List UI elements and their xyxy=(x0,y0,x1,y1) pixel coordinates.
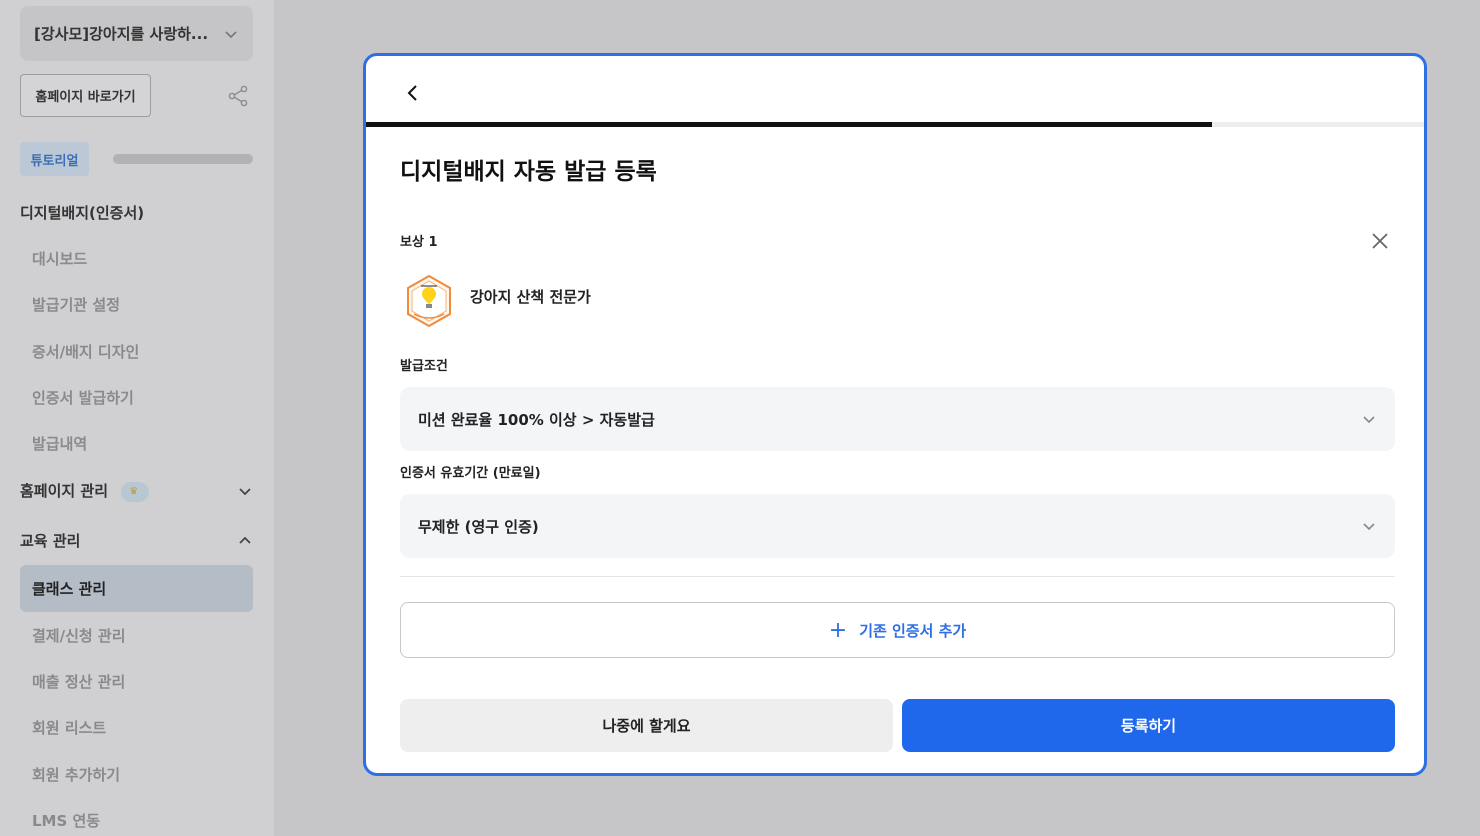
add-existing-certificate-button[interactable]: + 기존 인증서 추가 xyxy=(400,602,1395,658)
sidebar-item-issue-certificate[interactable]: 인증서 발급하기 xyxy=(32,387,134,408)
nav-section-label: 디지털배지(인증서) xyxy=(20,204,145,222)
divider xyxy=(400,576,1395,577)
condition-select[interactable]: 미션 완료율 100% 이상 > 자동발급 xyxy=(400,387,1395,451)
chevron-down-icon xyxy=(1363,416,1375,424)
tutorial-progress-bar xyxy=(113,154,253,164)
sidebar-item-lms-integration[interactable]: LMS 연동 xyxy=(32,810,100,831)
reward-label: 보상 1 xyxy=(400,235,438,250)
tutorial-badge[interactable]: 튜토리얼 xyxy=(20,142,89,176)
badge-name: 강아지 산책 전문가 xyxy=(470,288,591,306)
nav-section-digital-badge[interactable]: 디지털배지(인증서) xyxy=(20,202,253,223)
homepage-shortcut-button[interactable]: 홈페이지 바로가기 xyxy=(20,74,151,117)
validity-label: 인증서 유효기간 (만료일) xyxy=(400,466,541,481)
close-icon[interactable] xyxy=(1369,230,1391,252)
nav-section-label: 홈페이지 관리 ♛ xyxy=(20,480,237,502)
badge-auto-issue-modal: 디지털배지 자동 발급 등록 보상 1 강아지 산책 전문가 발급조건 미션 완… xyxy=(363,53,1427,776)
condition-label: 발급조건 xyxy=(400,359,448,374)
modal-title: 디지털배지 자동 발급 등록 xyxy=(400,159,657,185)
sidebar-item-badge-design[interactable]: 증서/배지 디자인 xyxy=(32,341,139,362)
plus-icon: + xyxy=(828,617,848,643)
sidebar: [강사모]강아지를 사랑하... 홈페이지 바로가기 튜토리얼 디지털배지(인증… xyxy=(0,0,274,836)
validity-select[interactable]: 무제한 (영구 인증) xyxy=(400,494,1395,558)
later-button[interactable]: 나중에 할게요 xyxy=(400,699,893,752)
chevron-up-icon xyxy=(239,536,251,544)
sidebar-item-issue-history[interactable]: 발급내역 xyxy=(32,433,87,454)
chevron-down-icon xyxy=(239,488,251,496)
sidebar-item-issuer-settings[interactable]: 발급기관 설정 xyxy=(32,294,120,315)
crown-icon: ♛ xyxy=(129,485,139,497)
chevron-down-icon xyxy=(1363,523,1375,531)
premium-badge: ♛ xyxy=(121,481,150,502)
sidebar-item-dashboard[interactable]: 대시보드 xyxy=(32,248,87,269)
workspace-name: [강사모]강아지를 사랑하... xyxy=(34,25,209,43)
badge-image-icon xyxy=(407,274,451,328)
sidebar-item-class-manage[interactable]: 클래스 관리 xyxy=(20,565,253,612)
homepage-manage-label: 홈페이지 관리 xyxy=(20,482,109,500)
sidebar-item-add-member[interactable]: 회원 추가하기 xyxy=(32,764,120,785)
sidebar-item-member-list[interactable]: 회원 리스트 xyxy=(32,717,106,738)
chevron-down-icon xyxy=(225,30,237,38)
add-button-label: 기존 인증서 추가 xyxy=(859,621,967,640)
sidebar-item-sales-settlement[interactable]: 매출 정산 관리 xyxy=(32,671,125,692)
validity-value: 무제한 (영구 인증) xyxy=(418,517,539,536)
step-progress-bar xyxy=(366,122,1424,127)
register-button[interactable]: 등록하기 xyxy=(902,699,1395,752)
nav-section-label: 교육 관리 xyxy=(20,532,81,550)
nav-section-education[interactable]: 교육 관리 xyxy=(20,530,253,551)
sidebar-item-payment-manage[interactable]: 결제/신청 관리 xyxy=(32,625,126,646)
share-icon[interactable] xyxy=(226,84,250,108)
workspace-select[interactable]: [강사모]강아지를 사랑하... xyxy=(20,6,253,61)
step-progress-fill xyxy=(366,122,1213,127)
condition-value: 미션 완료율 100% 이상 > 자동발급 xyxy=(418,410,655,429)
nav-section-homepage[interactable]: 홈페이지 관리 ♛ xyxy=(20,480,253,502)
back-arrow-icon[interactable] xyxy=(402,82,424,104)
